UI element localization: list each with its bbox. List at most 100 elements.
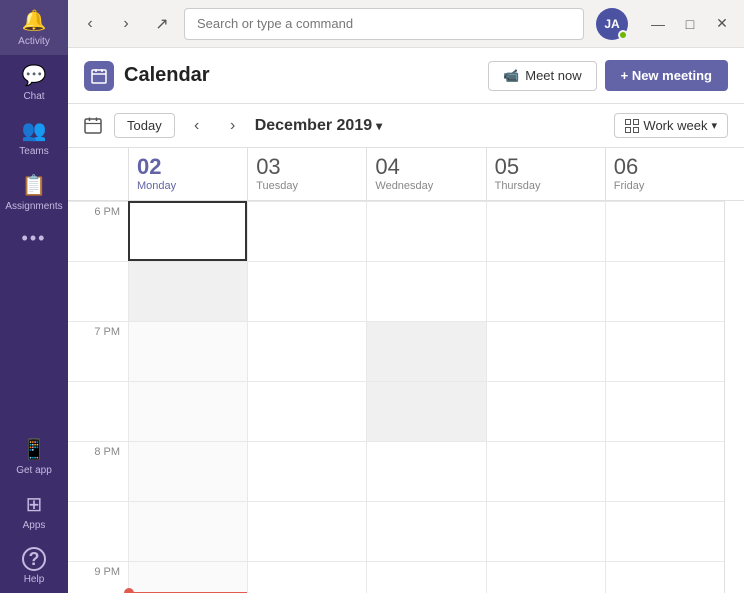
time-label-830pm — [68, 501, 128, 561]
window-controls: — □ ✕ — [644, 10, 736, 38]
time-cell-wed-730pm[interactable] — [366, 381, 485, 441]
days-header: 02 Monday 03 Tuesday 04 Wednesday 05 Thu… — [68, 148, 744, 201]
sidebar-label-apps: Apps — [23, 520, 46, 531]
time-cell-tue-9pm[interactable] — [247, 561, 366, 593]
calendar-icon — [84, 61, 114, 91]
assignments-icon: 📋 — [22, 173, 47, 198]
time-cell-thu-630pm[interactable] — [486, 261, 605, 321]
maximize-button[interactable]: □ — [676, 10, 704, 38]
time-cell-wed-7pm[interactable] — [366, 321, 485, 381]
prev-month-button[interactable]: ‹ — [183, 112, 211, 140]
time-cell-wed-630pm[interactable] — [366, 261, 485, 321]
time-cell-thu-9pm[interactable] — [486, 561, 605, 593]
more-icon: ••• — [22, 228, 47, 249]
time-cell-fri-8pm[interactable] — [605, 441, 724, 501]
sidebar-item-help[interactable]: ? Help — [0, 539, 68, 593]
sidebar-item-apps[interactable]: ⊞ Apps — [0, 484, 68, 539]
day-name-monday: Monday — [137, 180, 239, 192]
help-icon: ? — [22, 547, 46, 571]
sidebar-label-assignments: Assignments — [5, 201, 62, 212]
back-button[interactable]: ‹ — [76, 10, 104, 38]
time-cell-fri-9pm[interactable] — [605, 561, 724, 593]
time-cell-tue-8pm[interactable] — [247, 441, 366, 501]
time-cell-thu-7pm[interactable] — [486, 321, 605, 381]
minimize-button[interactable]: — — [644, 10, 672, 38]
day-number-wednesday: 04 — [375, 156, 477, 178]
close-button[interactable]: ✕ — [708, 10, 736, 38]
next-month-button[interactable]: › — [219, 112, 247, 140]
search-bar[interactable]: Search or type a command — [184, 8, 584, 40]
view-chevron-icon: ▾ — [711, 119, 717, 132]
day-number-thursday: 05 — [495, 156, 597, 178]
time-cell-mon-7pm[interactable] — [128, 321, 247, 381]
sidebar-label-help: Help — [24, 574, 45, 585]
forward-button[interactable]: › — [112, 10, 140, 38]
navigation-bar: Today ‹ › December 2019 ▾ Work week ▾ — [68, 104, 744, 148]
time-body: 6 PM 7 PM — [68, 201, 744, 593]
time-label-730pm — [68, 381, 128, 441]
time-cell-wed-8pm[interactable] — [366, 441, 485, 501]
teams-icon: 👥 — [22, 118, 47, 143]
month-label[interactable]: December 2019 ▾ — [255, 117, 382, 135]
day-header-wednesday: 04 Wednesday — [366, 148, 485, 200]
getapp-icon: 📱 — [22, 437, 47, 462]
sidebar-item-teams[interactable]: 👥 Teams — [0, 110, 68, 165]
time-cell-thu-8pm[interactable] — [486, 441, 605, 501]
main-content: ‹ › ↗ Search or type a command JA — □ ✕ … — [68, 0, 744, 593]
time-cell-thu-6pm[interactable] — [486, 201, 605, 261]
time-cell-thu-830pm[interactable] — [486, 501, 605, 561]
sidebar-item-assignments[interactable]: 📋 Assignments — [0, 165, 68, 220]
time-cell-fri-730pm[interactable] — [605, 381, 724, 441]
day-name-friday: Friday — [614, 180, 716, 192]
external-link-button[interactable]: ↗ — [148, 10, 176, 38]
time-cell-wed-6pm[interactable] — [366, 201, 485, 261]
day-header-monday: 02 Monday — [128, 148, 247, 200]
sidebar-item-activity[interactable]: 🔔 Activity — [0, 0, 68, 55]
time-cell-mon-9pm[interactable] — [128, 561, 247, 593]
today-button[interactable]: Today — [114, 113, 175, 138]
video-icon: 📹 — [503, 68, 519, 84]
time-cell-fri-830pm[interactable] — [605, 501, 724, 561]
time-cell-mon-730pm[interactable] — [128, 381, 247, 441]
time-cell-fri-6pm[interactable] — [605, 201, 724, 261]
time-label-7pm: 7 PM — [68, 321, 128, 381]
time-label-8pm: 8 PM — [68, 441, 128, 501]
sidebar-label-teams: Teams — [19, 146, 48, 157]
time-label-6pm: 6 PM — [68, 201, 128, 261]
meet-now-button[interactable]: 📹 Meet now — [488, 61, 597, 91]
time-cell-tue-630pm[interactable] — [247, 261, 366, 321]
day-header-tuesday: 03 Tuesday — [247, 148, 366, 200]
time-cell-wed-9pm[interactable] — [366, 561, 485, 593]
time-cell-fri-7pm[interactable] — [605, 321, 724, 381]
time-gutter-header — [68, 148, 128, 200]
topbar: ‹ › ↗ Search or type a command JA — □ ✕ — [68, 0, 744, 48]
sidebar-item-getapp[interactable]: 📱 Get app — [0, 429, 68, 484]
sidebar-item-chat[interactable]: 💬 Chat — [0, 55, 68, 110]
time-cell-tue-7pm[interactable] — [247, 321, 366, 381]
chat-icon: 💬 — [22, 63, 47, 88]
search-placeholder: Search or type a command — [197, 16, 353, 31]
time-cell-thu-730pm[interactable] — [486, 381, 605, 441]
view-icon — [625, 119, 639, 133]
day-number-monday: 02 — [137, 156, 239, 178]
time-cell-wed-830pm[interactable] — [366, 501, 485, 561]
day-header-friday: 06 Friday — [605, 148, 724, 200]
time-cell-tue-830pm[interactable] — [247, 501, 366, 561]
day-name-wednesday: Wednesday — [375, 180, 477, 192]
view-selector[interactable]: Work week ▾ — [614, 113, 728, 138]
time-cell-mon-6pm[interactable] — [128, 201, 247, 261]
time-cell-tue-6pm[interactable] — [247, 201, 366, 261]
day-name-thursday: Thursday — [495, 180, 597, 192]
apps-icon: ⊞ — [26, 492, 43, 517]
day-name-tuesday: Tuesday — [256, 180, 358, 192]
time-cell-fri-630pm[interactable] — [605, 261, 724, 321]
sidebar-label-chat: Chat — [23, 91, 44, 102]
new-meeting-button[interactable]: + New meeting — [605, 60, 728, 91]
time-cell-mon-830pm[interactable] — [128, 501, 247, 561]
time-label-630pm — [68, 261, 128, 321]
sidebar-item-more[interactable]: ••• — [0, 220, 68, 257]
time-cell-mon-8pm[interactable] — [128, 441, 247, 501]
time-cell-mon-630pm[interactable] — [128, 261, 247, 321]
day-header-thursday: 05 Thursday — [486, 148, 605, 200]
time-cell-tue-730pm[interactable] — [247, 381, 366, 441]
